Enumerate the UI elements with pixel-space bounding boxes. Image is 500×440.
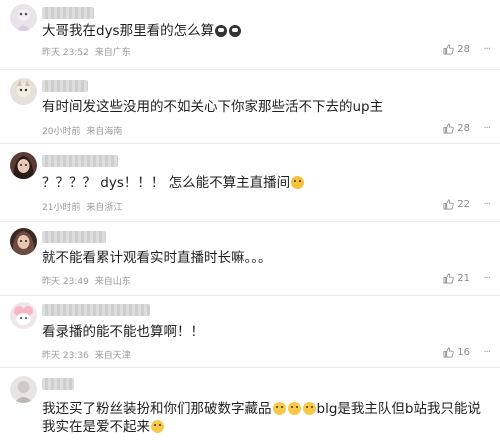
grin-emoji-icon <box>287 402 301 415</box>
comment-item: 看录播的能不能也算啊！！ 昨天 23:36 来自天津 16 ··· <box>0 296 500 368</box>
avatar[interactable] <box>10 4 37 31</box>
avatar[interactable] <box>10 152 37 179</box>
avatar[interactable] <box>10 228 37 255</box>
comment-text: ？？？？ dys！！！ 怎么能不算主直播间 <box>42 174 305 192</box>
like-button[interactable]: 22 <box>443 199 470 210</box>
grin-emoji-icon <box>302 402 316 415</box>
username-blurred[interactable] <box>42 304 150 316</box>
username-blurred[interactable] <box>42 155 118 167</box>
comment-item: 大哥我在dys那里看的怎么算 昨天 23:52 来自广东 28 ··· <box>0 0 500 70</box>
grin-emoji-icon <box>272 402 286 415</box>
comment-text: 就不能看累计观看实时直播时长嘛。。。 <box>42 250 272 266</box>
ellipsis-icon: ··· <box>483 123 490 134</box>
more-options-button[interactable]: ··· <box>483 347 490 358</box>
comment-location: 来自浙江 <box>86 203 123 213</box>
comment-location: 来自山东 <box>94 277 131 287</box>
comment-meta: 21小时前 来自浙江 <box>42 200 125 213</box>
ellipsis-icon: ··· <box>483 44 490 55</box>
comment-time: 昨天 23:49 <box>42 277 89 287</box>
comment-location: 来自天津 <box>94 351 131 361</box>
more-options-button[interactable]: ··· <box>483 123 490 134</box>
like-count: 22 <box>457 199 470 210</box>
username-blurred[interactable] <box>42 80 88 92</box>
like-button[interactable]: 28 <box>443 123 470 134</box>
comment-location: 来自海南 <box>86 127 123 137</box>
comment-meta: 昨天 23:36 来自天津 <box>42 348 134 361</box>
avatar[interactable] <box>10 302 37 329</box>
comment-time: 21小时前 <box>42 203 81 213</box>
thumbs-up-icon <box>443 123 454 134</box>
eyes-emoji-icon <box>215 25 228 37</box>
avatar[interactable] <box>10 78 37 105</box>
username-blurred[interactable] <box>42 231 106 243</box>
like-count: 16 <box>457 347 470 358</box>
comment-item: ？？？？ dys！！！ 怎么能不算主直播间 21小时前 来自浙江 22 ··· <box>0 144 500 222</box>
username-blurred[interactable] <box>42 378 74 390</box>
username-blurred[interactable] <box>42 7 94 19</box>
like-count: 28 <box>457 44 470 55</box>
more-options-button[interactable]: ··· <box>483 44 490 55</box>
crying-emoji-icon <box>291 176 305 189</box>
like-button[interactable]: 28 <box>443 44 470 55</box>
more-options-button[interactable]: ··· <box>483 199 490 210</box>
avatar[interactable] <box>10 376 37 403</box>
thumbs-up-icon <box>443 44 454 55</box>
comment-time: 昨天 23:52 <box>42 48 89 58</box>
comment-time: 昨天 23:36 <box>42 351 89 361</box>
comment-time: 20小时前 <box>42 127 81 137</box>
comment-meta: 昨天 23:52 来自广东 <box>42 45 134 58</box>
thumbs-up-icon <box>443 199 454 210</box>
comment-item: 就不能看累计观看实时直播时长嘛。。。 昨天 23:49 来自山东 21 ··· <box>0 222 500 296</box>
like-button[interactable]: 21 <box>443 273 470 284</box>
comment-text: 大哥我在dys那里看的怎么算 <box>42 22 242 40</box>
comment-text: 看录播的能不能也算啊！！ <box>42 324 204 340</box>
more-options-button[interactable]: ··· <box>483 273 490 284</box>
thumbs-up-icon <box>443 273 454 284</box>
comment-meta: 昨天 23:49 来自山东 <box>42 274 134 287</box>
comment-item: 我还买了粉丝装扮和你们那破数字藏品 blg是我主队但b站我只能说 我实在是爱不起来 <box>0 368 500 440</box>
comment-text: 我还买了粉丝装扮和你们那破数字藏品 blg是我主队但b站我只能说 我实在是爱不起来 <box>42 401 481 435</box>
like-count: 28 <box>457 123 470 134</box>
comment-meta: 20小时前 来自海南 <box>42 124 125 137</box>
ellipsis-icon: ··· <box>483 199 490 210</box>
grin-emoji-icon <box>151 420 164 433</box>
eyes-emoji-icon <box>229 25 242 37</box>
comment-text: 有时间发这些没用的不如关心下你家那些活不下去的up主 <box>42 99 384 115</box>
like-button[interactable]: 16 <box>443 347 470 358</box>
comment-item: 有时间发这些没用的不如关心下你家那些活不下去的up主 20小时前 来自海南 28… <box>0 70 500 144</box>
thumbs-up-icon <box>443 347 454 358</box>
ellipsis-icon: ··· <box>483 273 490 284</box>
like-count: 21 <box>457 273 470 284</box>
ellipsis-icon: ··· <box>483 347 490 358</box>
comment-location: 来自广东 <box>94 48 131 58</box>
